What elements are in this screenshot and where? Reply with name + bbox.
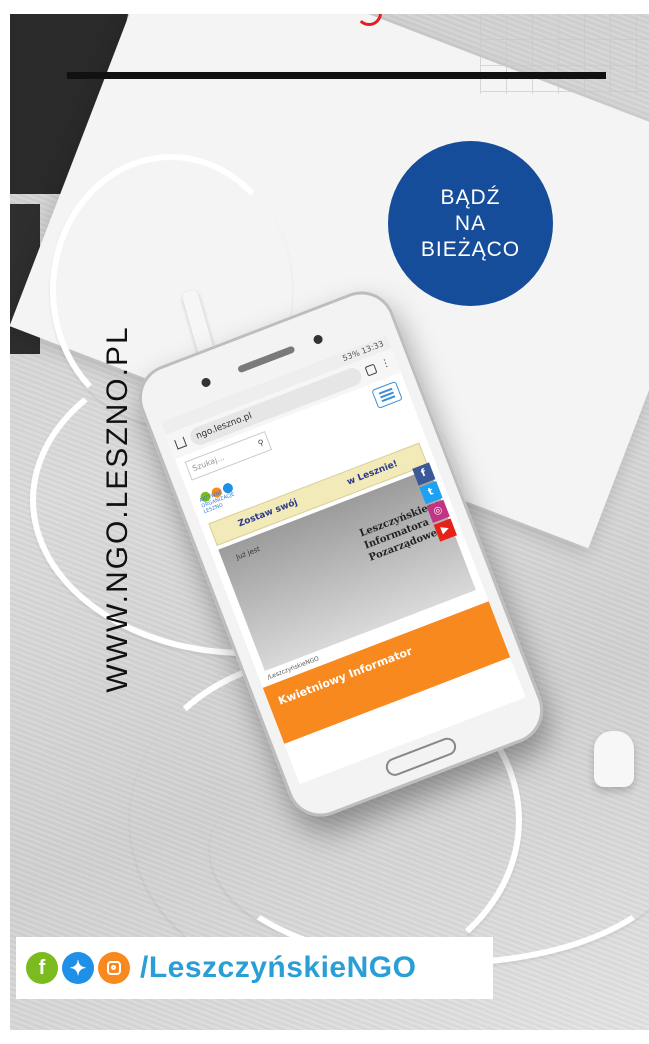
- hero-subtitle: Już jest: [234, 545, 262, 562]
- background-grid-paper: [480, 14, 649, 94]
- badge-text: BĄDŹ NA BIEŻĄCO: [420, 185, 521, 261]
- menu-dots-icon[interactable]: ⋮: [379, 357, 392, 371]
- home-icon[interactable]: [174, 436, 188, 450]
- earbud: [594, 731, 634, 787]
- header-rule: [67, 72, 606, 79]
- tabs-icon[interactable]: [364, 363, 378, 377]
- phone-sensor: [200, 376, 212, 389]
- instagram-icon[interactable]: [98, 952, 130, 984]
- social-handle[interactable]: /LeszczyńskieNGO: [140, 951, 416, 985]
- news-badge: BĄDŹ NA BIEŻĄCO: [388, 141, 553, 306]
- search-placeholder: Szukaj...: [191, 452, 226, 474]
- phone-camera: [312, 333, 324, 346]
- hamburger-menu-button[interactable]: [371, 380, 403, 409]
- website-url[interactable]: WWW.NGO.LESZNO.PL: [101, 325, 135, 692]
- twitter-icon[interactable]: ✦: [62, 952, 94, 984]
- social-strip: f ✦ /LeszczyńskieNGO: [16, 937, 493, 999]
- facebook-icon[interactable]: f: [26, 952, 58, 984]
- poster: BĄDŹ NA BIEŻĄCO WWW.NGO.LESZNO.PL 53% 13…: [10, 14, 649, 1030]
- search-icon[interactable]: ⚲: [255, 434, 267, 453]
- phone-speaker: [237, 345, 296, 374]
